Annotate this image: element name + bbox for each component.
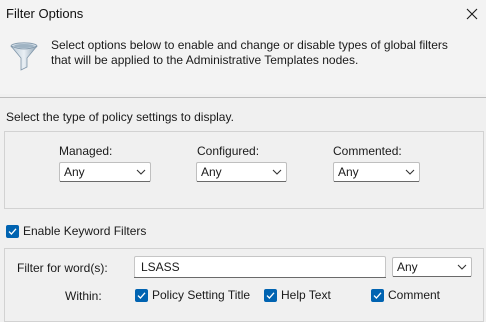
chevron-down-icon xyxy=(453,258,471,276)
close-icon xyxy=(466,8,478,20)
within-policy-setting-title-label: Policy Setting Title xyxy=(152,288,251,302)
dialog-description: Select options below to enable and chang… xyxy=(51,38,448,67)
enable-keyword-filters-label: Enable Keyword Filters xyxy=(23,224,147,238)
filter-options-dialog: Filter Options Select options below to e… xyxy=(0,0,486,322)
window-title: Filter Options xyxy=(6,6,84,21)
managed-value: Any xyxy=(64,165,85,179)
commented-select[interactable]: Any xyxy=(333,162,420,182)
funnel-icon xyxy=(10,42,38,71)
policy-type-group: Managed: Any Configured: Any Commented: … xyxy=(4,131,484,209)
title-bar: Filter Options xyxy=(0,0,486,30)
within-comment-label: Comment xyxy=(388,288,441,302)
chevron-down-icon xyxy=(401,163,419,181)
within-policy-setting-title-checkbox[interactable]: Policy Setting Title xyxy=(135,288,250,302)
filter-words-input-underline xyxy=(134,277,386,278)
within-help-text-label: Help Text xyxy=(281,288,331,302)
managed-label: Managed: xyxy=(59,144,113,158)
keyword-match-select[interactable]: Any xyxy=(392,257,472,277)
checkmark-icon xyxy=(264,288,277,302)
managed-select[interactable]: Any xyxy=(59,162,151,182)
header-separator xyxy=(0,97,486,98)
commented-value: Any xyxy=(338,165,359,179)
chevron-down-icon xyxy=(268,163,286,181)
configured-label: Configured: xyxy=(197,144,260,158)
configured-select[interactable]: Any xyxy=(196,162,287,182)
within-label: Within: xyxy=(65,289,102,303)
checkmark-icon xyxy=(135,288,148,302)
filter-words-label: Filter for word(s): xyxy=(17,261,108,275)
close-button[interactable] xyxy=(458,0,486,28)
chevron-down-icon xyxy=(132,163,150,181)
within-comment-checkbox[interactable]: Comment xyxy=(371,288,440,302)
within-help-text-checkbox[interactable]: Help Text xyxy=(264,288,331,302)
checkmark-icon xyxy=(371,288,384,302)
configured-value: Any xyxy=(201,165,222,179)
enable-keyword-filters-checkbox[interactable]: Enable Keyword Filters xyxy=(6,224,146,238)
policy-type-prompt: Select the type of policy settings to di… xyxy=(6,110,234,124)
keyword-match-value: Any xyxy=(397,260,418,274)
filter-words-input[interactable] xyxy=(134,256,386,278)
commented-label: Commented: xyxy=(333,144,402,158)
checkmark-icon xyxy=(6,224,19,238)
dialog-header: Select options below to enable and chang… xyxy=(0,30,486,94)
